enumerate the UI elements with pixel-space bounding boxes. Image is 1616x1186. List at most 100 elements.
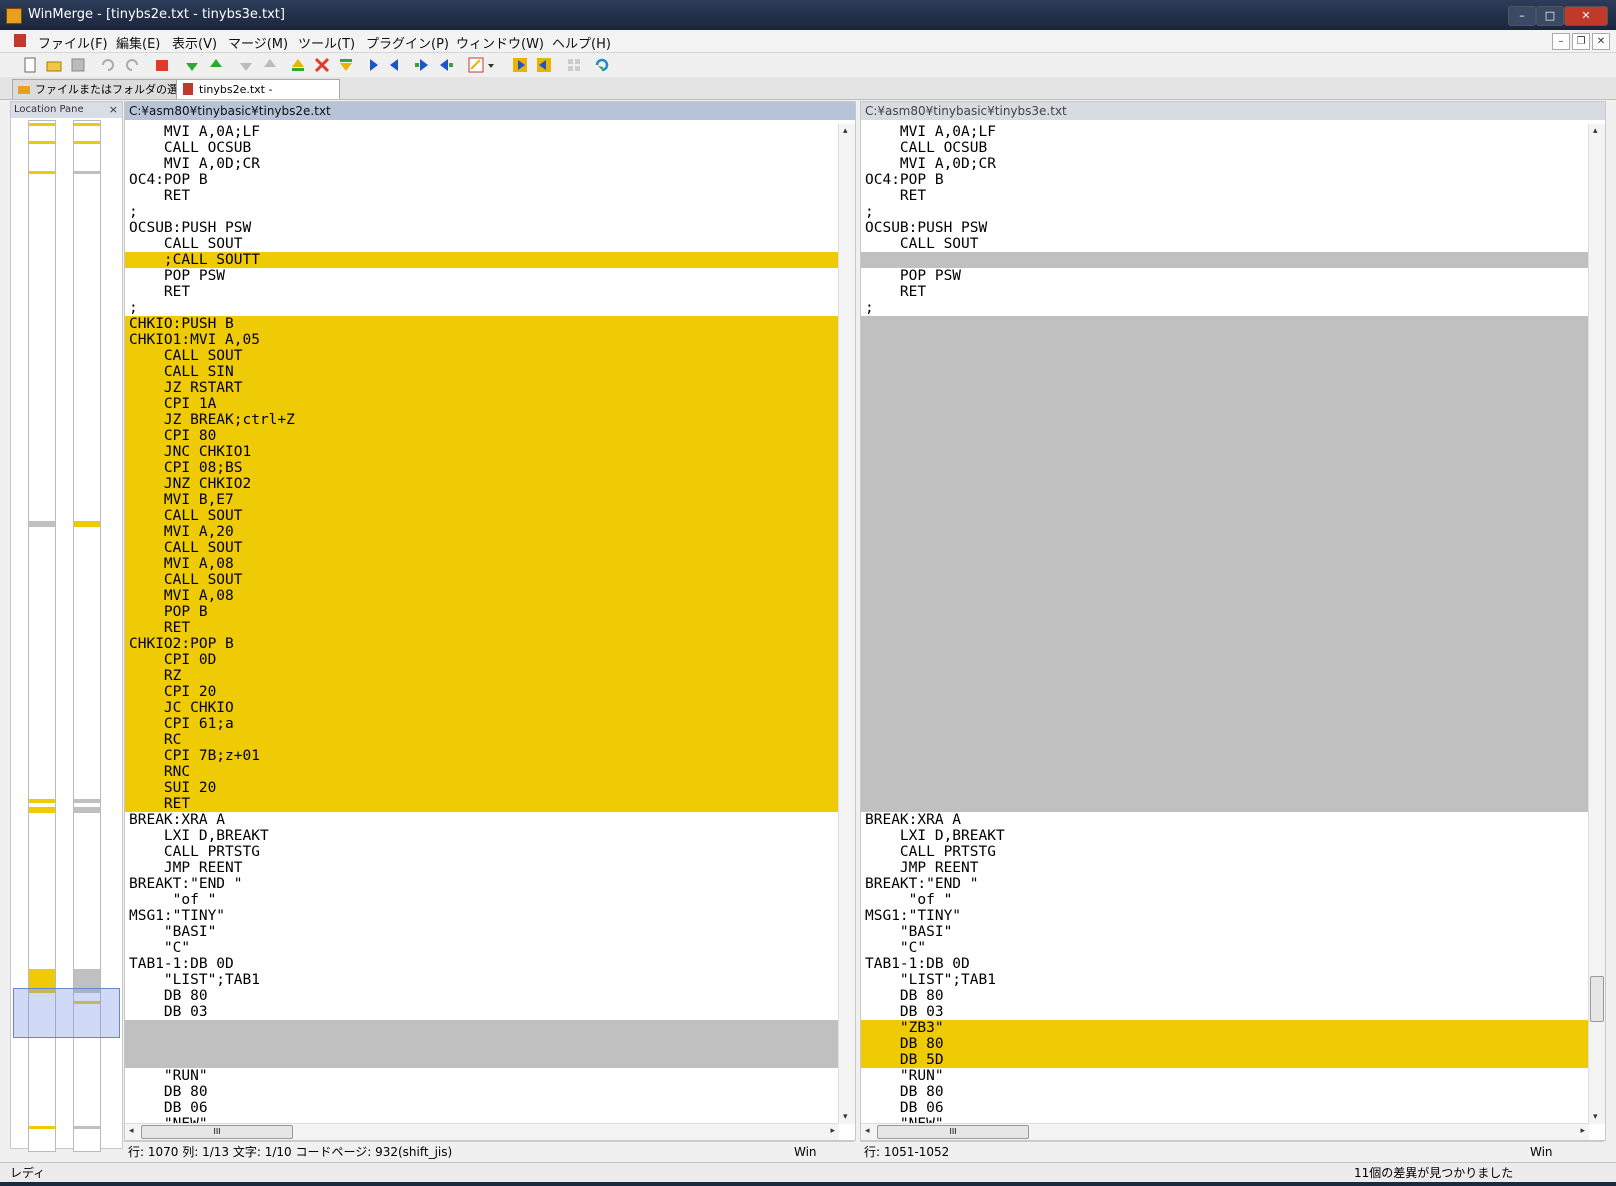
options-icon[interactable] (468, 57, 484, 73)
code-line[interactable]: CALL SOUT (125, 540, 839, 556)
code-line[interactable]: CPI 1A (125, 396, 839, 412)
code-line[interactable]: DB 80 (125, 1084, 839, 1100)
open-folder-icon[interactable] (46, 57, 62, 73)
code-line[interactable]: JMP REENT (861, 860, 1589, 876)
left-horizontal-scrollbar[interactable]: ◂ III ▸ (125, 1123, 839, 1140)
menu-file[interactable]: ファイル(F) (38, 33, 108, 52)
code-line[interactable]: BREAKT:"END " (125, 876, 839, 892)
code-line[interactable]: "of " (861, 892, 1589, 908)
code-line[interactable]: "RUN" (861, 1068, 1589, 1084)
scroll-right-icon[interactable]: ▸ (830, 1126, 835, 1136)
copy-all-right-icon[interactable] (414, 57, 430, 73)
tab-compare[interactable]: tinybs2e.txt - tinybs3e.txt (176, 79, 340, 115)
minimize-button[interactable]: – (1508, 6, 1536, 26)
code-line[interactable] (861, 572, 1589, 588)
close-icon[interactable]: × (109, 102, 118, 118)
code-line[interactable]: MVI A,08 (125, 556, 839, 572)
code-line[interactable]: MVI A,20 (125, 524, 839, 540)
code-line[interactable]: RET (861, 284, 1589, 300)
code-line[interactable] (861, 620, 1589, 636)
code-line[interactable] (125, 1020, 839, 1036)
right-vertical-scrollbar[interactable]: ▴ ▾ (1588, 124, 1605, 1124)
code-line[interactable] (861, 716, 1589, 732)
code-line[interactable] (125, 1052, 839, 1068)
code-line[interactable] (861, 684, 1589, 700)
code-line[interactable]: MVI A,08 (125, 588, 839, 604)
code-line[interactable] (861, 524, 1589, 540)
code-line[interactable] (861, 764, 1589, 780)
code-line[interactable]: JZ RSTART (125, 380, 839, 396)
code-line[interactable] (861, 332, 1589, 348)
code-line[interactable]: CHKIO2:POP B (125, 636, 839, 652)
code-line[interactable]: DB 06 (125, 1100, 839, 1116)
code-line[interactable]: "RUN" (125, 1068, 839, 1084)
code-line[interactable]: "of " (125, 892, 839, 908)
code-line[interactable]: CALL SOUT (125, 508, 839, 524)
code-line[interactable]: DB 03 (861, 1004, 1589, 1020)
code-line[interactable]: DB 80 (125, 988, 839, 1004)
code-line[interactable] (861, 732, 1589, 748)
code-line[interactable] (861, 476, 1589, 492)
location-pane[interactable]: Location Pane × (10, 101, 123, 1152)
copy-all-left-icon[interactable] (438, 57, 454, 73)
code-line[interactable]: "BASI" (125, 924, 839, 940)
code-line[interactable]: DB 5D (861, 1052, 1589, 1068)
code-line[interactable]: OC4:POP B (861, 172, 1589, 188)
horizontal-scroll-thumb[interactable]: III (141, 1125, 293, 1139)
code-line[interactable]: RET (125, 796, 839, 812)
mdi-restore-button[interactable]: ❐ (1572, 33, 1590, 50)
code-line[interactable] (861, 796, 1589, 812)
code-line[interactable] (861, 492, 1589, 508)
right-code-view[interactable]: MVI A,0A;LF CALL OCSUB MVI A,0D;CR OC4:PO… (861, 124, 1589, 1132)
horizontal-scroll-thumb[interactable]: III (877, 1125, 1029, 1139)
jump-left-icon[interactable] (536, 57, 552, 73)
scroll-right-icon[interactable]: ▸ (1580, 1126, 1585, 1136)
code-line[interactable]: "LIST";TAB1 (861, 972, 1589, 988)
code-line[interactable]: CALL SIN (125, 364, 839, 380)
scroll-up-icon[interactable]: ▴ (843, 126, 848, 136)
menu-view[interactable]: 表示(V) (172, 33, 217, 52)
menu-tools[interactable]: ツール(T) (298, 33, 355, 52)
code-line[interactable]: CALL SOUT (125, 572, 839, 588)
code-line[interactable]: BREAK:XRA A (125, 812, 839, 828)
code-line[interactable]: ; (861, 204, 1589, 220)
code-line[interactable]: CPI 08;BS (125, 460, 839, 476)
code-line[interactable]: ;CALL SOUTT (125, 252, 839, 268)
code-line[interactable] (861, 508, 1589, 524)
new-file-icon[interactable] (22, 57, 38, 73)
code-line[interactable]: RET (125, 284, 839, 300)
code-line[interactable] (125, 1036, 839, 1052)
code-line[interactable]: OCSUB:PUSH PSW (125, 220, 839, 236)
code-line[interactable]: RNC (125, 764, 839, 780)
chevron-down-icon[interactable] (486, 57, 496, 73)
code-line[interactable]: CPI 61;a (125, 716, 839, 732)
code-line[interactable]: CPI 20 (125, 684, 839, 700)
scroll-up-icon[interactable]: ▴ (1593, 126, 1598, 136)
menu-edit[interactable]: 編集(E) (116, 33, 160, 52)
code-line[interactable]: MVI B,E7 (125, 492, 839, 508)
left-vertical-scrollbar[interactable]: ▴ ▾ (838, 124, 855, 1124)
code-line[interactable]: LXI D,BREAKT (125, 828, 839, 844)
code-line[interactable]: ; (861, 300, 1589, 316)
code-line[interactable]: ; (125, 204, 839, 220)
code-line[interactable]: MSG1:"TINY" (125, 908, 839, 924)
code-line[interactable]: MVI A,0D;CR (861, 156, 1589, 172)
refresh-icon[interactable] (594, 57, 610, 73)
code-line[interactable]: JMP REENT (125, 860, 839, 876)
code-line[interactable] (861, 252, 1589, 268)
code-line[interactable]: JNZ CHKIO2 (125, 476, 839, 492)
diff-nav-icon[interactable] (314, 57, 330, 73)
code-line[interactable]: CALL OCSUB (125, 140, 839, 156)
title-bar[interactable]: WinMerge - [tinybs2e.txt - tinybs3e.txt]… (0, 0, 1616, 30)
code-line[interactable]: CPI 80 (125, 428, 839, 444)
code-line[interactable]: DB 06 (861, 1100, 1589, 1116)
code-line[interactable] (861, 364, 1589, 380)
code-line[interactable] (861, 668, 1589, 684)
code-line[interactable]: POP PSW (861, 268, 1589, 284)
delete-icon[interactable] (154, 57, 170, 73)
code-line[interactable] (861, 748, 1589, 764)
code-line[interactable]: CALL PRTSTG (125, 844, 839, 860)
code-line[interactable]: "C" (861, 940, 1589, 956)
scroll-left-icon[interactable]: ◂ (865, 1126, 870, 1136)
location-viewport[interactable] (13, 988, 120, 1038)
